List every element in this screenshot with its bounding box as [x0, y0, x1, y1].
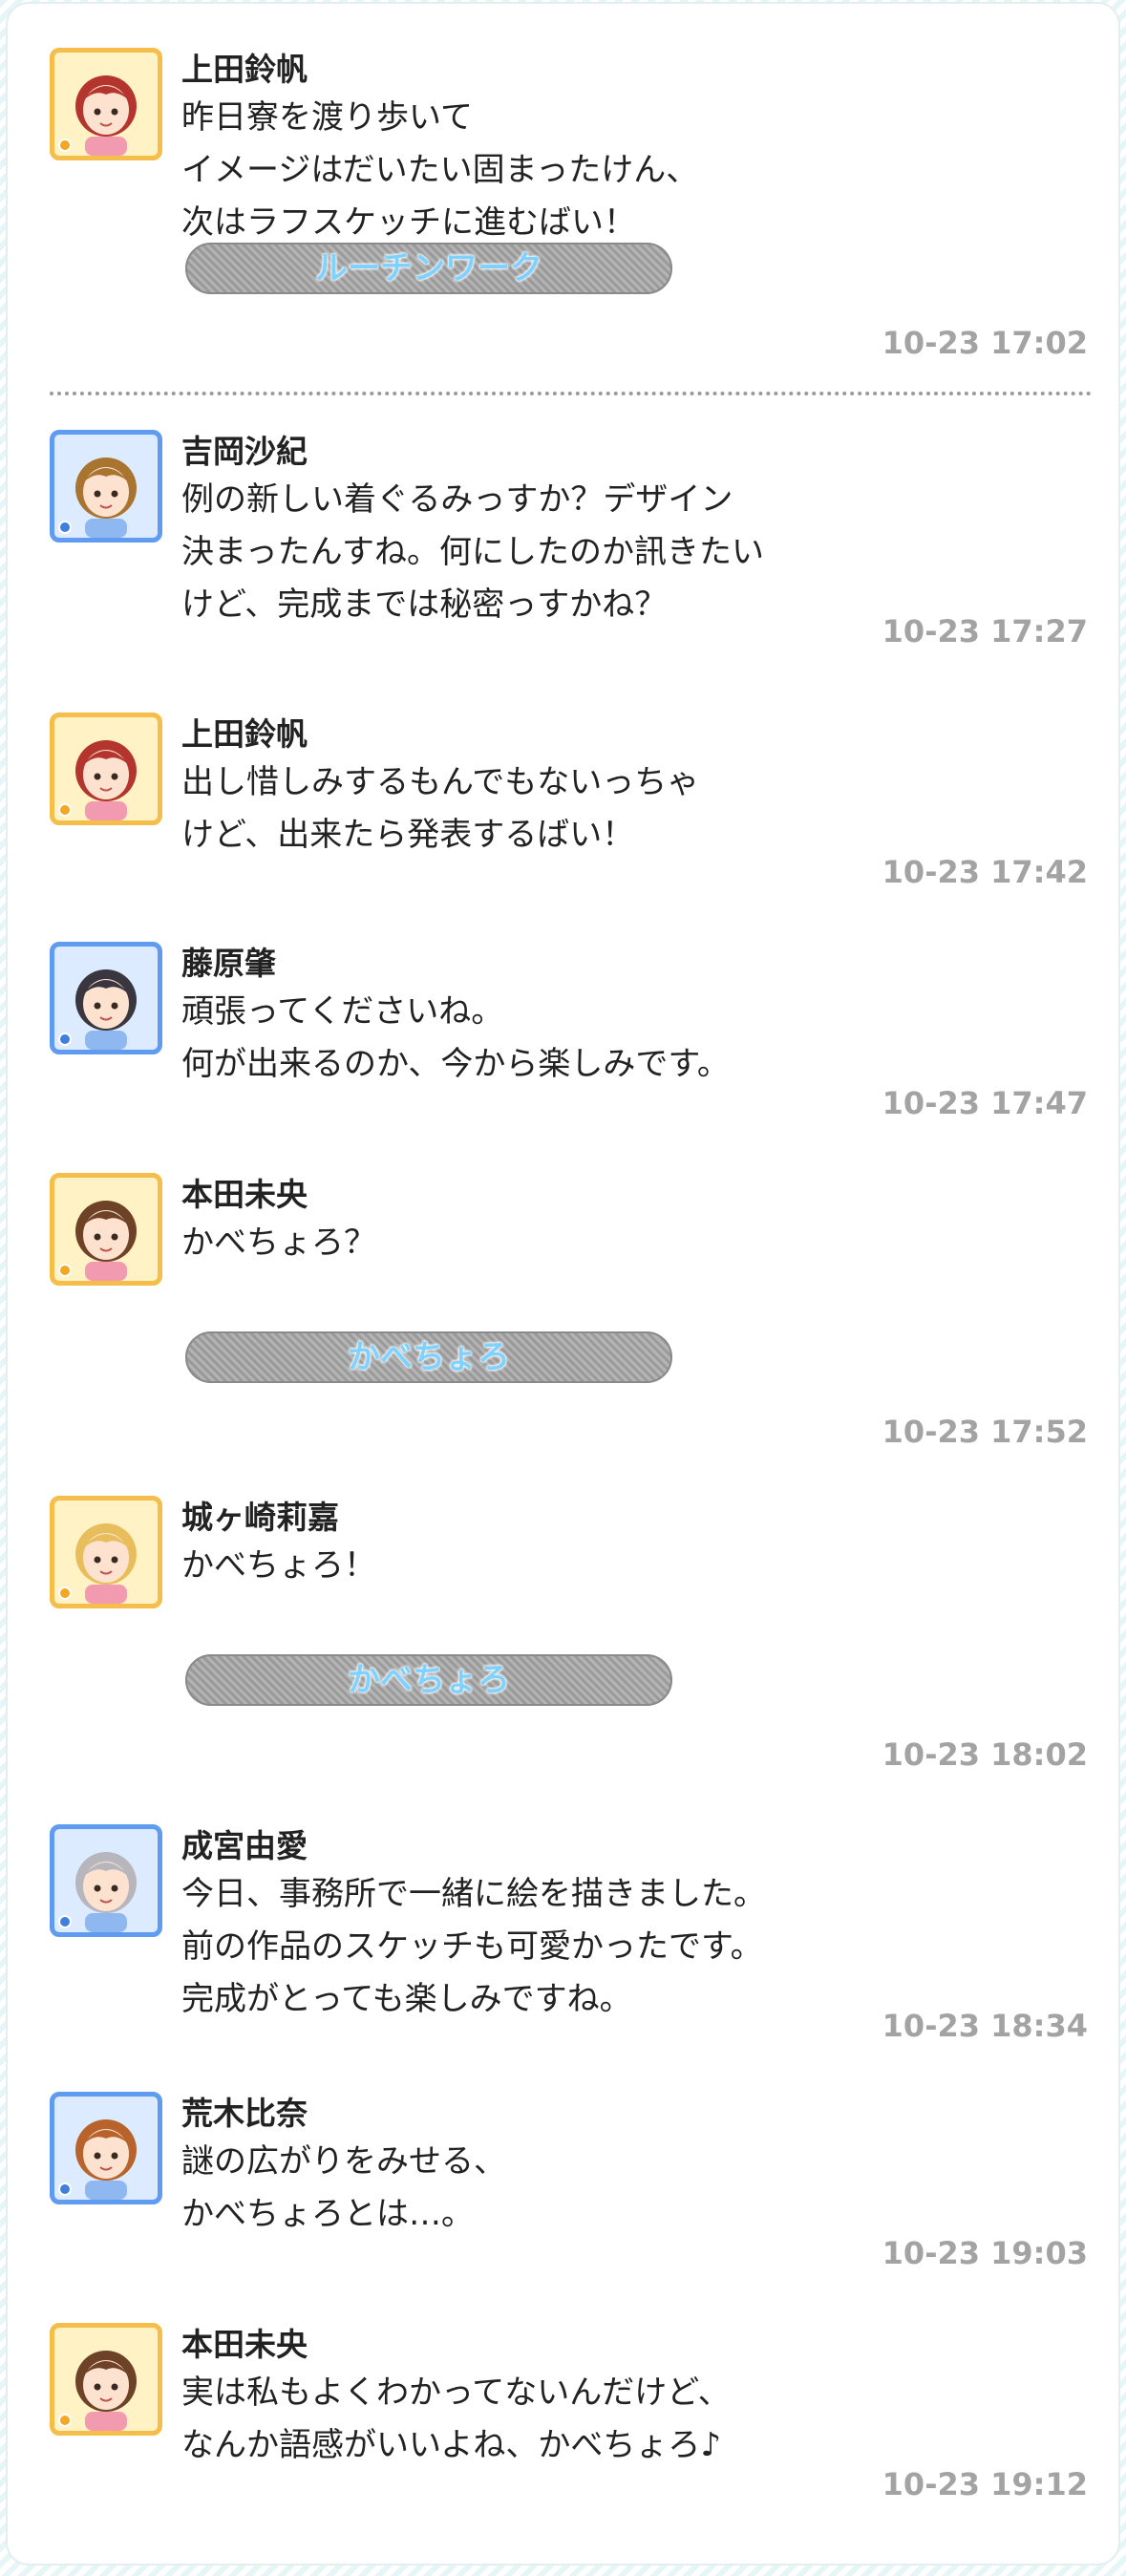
timestamp: 10-23 17:27 [882, 613, 1088, 649]
sender-name: 城ヶ崎莉嘉 [181, 1499, 339, 1536]
avatar[interactable] [50, 942, 162, 1054]
cute-attribute-icon [58, 803, 72, 817]
avatar[interactable] [50, 1824, 162, 1937]
cute-attribute-icon [58, 138, 72, 152]
choice-button[interactable]: かべちょろ [185, 1654, 672, 1706]
sender-name: 本田未央 [181, 2326, 308, 2363]
timestamp: 10-23 17:42 [882, 854, 1088, 890]
timestamp: 10-23 19:12 [882, 2466, 1088, 2502]
cool-attribute-icon [58, 2182, 72, 2196]
message-text: 今日、事務所で一緒に絵を描きました。 前の作品のスケッチも可愛かったです。 完成… [181, 1875, 766, 2018]
sender-name: 成宮由愛 [181, 1827, 308, 1864]
sender-name: 上田鈴帆 [181, 715, 308, 753]
avatar[interactable] [50, 430, 162, 543]
avatar[interactable] [50, 48, 162, 160]
timestamp: 10-23 17:02 [882, 325, 1088, 361]
message-text: 頑張ってくださいね。 何が出来るのか、今から楽しみです。 [181, 992, 730, 1083]
sender-name: 荒木比奈 [181, 2095, 308, 2132]
message-text: 出し惜しみするもんでもないっちゃ けど、出来たら発表するばい！ [181, 763, 700, 854]
message-text: かべちょろ！ [181, 1546, 376, 1585]
timestamp: 10-23 18:02 [882, 1736, 1088, 1773]
sender-name: 藤原肇 [181, 945, 276, 982]
message-text: 謎の広がりをみせる、 かべちょろとは…。 [181, 2142, 506, 2233]
timestamp: 10-23 18:34 [882, 2008, 1088, 2044]
cool-attribute-icon [58, 1033, 72, 1046]
sender-name: 吉岡沙紀 [181, 433, 308, 470]
timestamp: 10-23 17:52 [882, 1414, 1088, 1450]
divider [50, 392, 1092, 395]
timestamp: 10-23 17:47 [882, 1085, 1088, 1121]
timestamp: 10-23 19:03 [882, 2235, 1088, 2271]
message-text: かべちょろ？ [181, 1224, 376, 1262]
cute-attribute-icon [58, 1586, 72, 1600]
avatar[interactable] [50, 1173, 162, 1286]
cute-attribute-icon [58, 1264, 72, 1277]
sender-name: 本田未央 [181, 1176, 308, 1213]
message-text: 昨日寮を渡り歩いて イメージはだいたい固まったけん、 次はラフスケッチに進むばい… [181, 98, 699, 242]
message-panel: 上田鈴帆 昨日寮を渡り歩いて イメージはだいたい固まったけん、 次はラフスケッチ… [8, 4, 1118, 2564]
message-text: 例の新しい着ぐるみっすか？デザイン 決まったんすね。何にしたのか訊きたい けど、… [181, 480, 764, 624]
choice-button[interactable]: ルーチンワーク [185, 243, 672, 294]
cool-attribute-icon [58, 521, 72, 534]
avatar[interactable] [50, 2092, 162, 2204]
cute-attribute-icon [58, 2414, 72, 2427]
avatar[interactable] [50, 1496, 162, 1608]
avatar[interactable] [50, 713, 162, 825]
choice-button[interactable]: かべちょろ [185, 1331, 672, 1383]
sender-name: 上田鈴帆 [181, 51, 308, 88]
cool-attribute-icon [58, 1915, 72, 1928]
avatar[interactable] [50, 2323, 162, 2436]
message-text: 実は私もよくわかってないんだけど、 なんか語感がいいよね、かべちょろ♪ [181, 2374, 731, 2464]
